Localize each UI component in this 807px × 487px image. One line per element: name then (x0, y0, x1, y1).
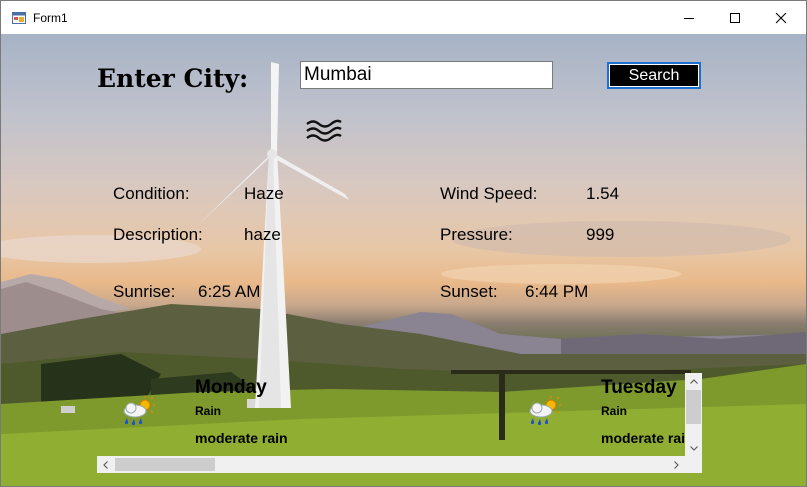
scroll-right-button[interactable] (668, 456, 685, 473)
scrollbar-corner (685, 456, 702, 473)
forecast-main: Rain (601, 404, 628, 418)
search-button[interactable]: Search (607, 62, 701, 89)
forecast-day: Tuesday (601, 377, 677, 398)
minimize-button[interactable] (666, 1, 712, 34)
window-title: Form1 (33, 11, 68, 25)
enter-city-label: Enter City: (97, 64, 249, 93)
haze-icon (306, 119, 342, 142)
sunrise-label: Sunrise: (113, 282, 176, 301)
wind-speed-label: Wind Speed: (440, 184, 538, 203)
horizontal-scroll-thumb[interactable] (115, 458, 215, 471)
description-value: haze (244, 225, 281, 244)
sun-rain-cloud-icon (123, 396, 155, 426)
title-bar: Form1 (1, 1, 806, 34)
form-client-area: Enter City: Search Condition: Haze Descr… (1, 34, 806, 486)
condition-value: Haze (244, 184, 284, 203)
description-label: Description: (113, 225, 203, 244)
forecast-card: Monday Rain moderate rain (97, 373, 397, 455)
sunrise-value: 6:25 AM (198, 282, 261, 301)
close-button[interactable] (758, 1, 804, 34)
vertical-scrollbar[interactable] (685, 373, 702, 457)
horizontal-scrollbar[interactable] (97, 456, 685, 473)
chevron-down-icon (689, 446, 698, 451)
close-icon (775, 12, 787, 23)
minimize-icon (684, 17, 694, 19)
forecast-main: Rain (195, 404, 222, 418)
scroll-down-button[interactable] (685, 440, 702, 457)
forecast-description: moderate rain (195, 430, 288, 446)
maximize-icon (730, 12, 740, 23)
condition-label: Condition: (113, 184, 190, 203)
sun-rain-cloud-icon (529, 396, 561, 426)
scroll-left-button[interactable] (97, 456, 114, 473)
city-input[interactable] (300, 61, 553, 89)
pressure-label: Pressure: (440, 225, 513, 244)
scroll-up-button[interactable] (685, 373, 702, 390)
main-window: Form1 Enter City: Mumbai Search Conditio… (0, 0, 807, 487)
chevron-up-icon (689, 379, 698, 384)
maximize-button[interactable] (712, 1, 758, 34)
chevron-right-icon (674, 460, 679, 469)
forecast-description: moderate rain (601, 430, 694, 446)
forecast-day: Monday (195, 377, 267, 398)
chevron-left-icon (103, 460, 108, 469)
sunset-label: Sunset: (440, 282, 498, 301)
forecast-panel[interactable]: Monday Rain moderate rain Tuesday Rain m… (97, 373, 703, 473)
sunset-value: 6:44 PM (525, 282, 589, 301)
vertical-scroll-thumb[interactable] (686, 390, 701, 424)
wind-speed-value: 1.54 (586, 184, 620, 203)
app-form-icon (12, 12, 26, 24)
pressure-value: 999 (586, 225, 615, 244)
forecast-card: Tuesday Rain moderate rain (503, 373, 703, 455)
